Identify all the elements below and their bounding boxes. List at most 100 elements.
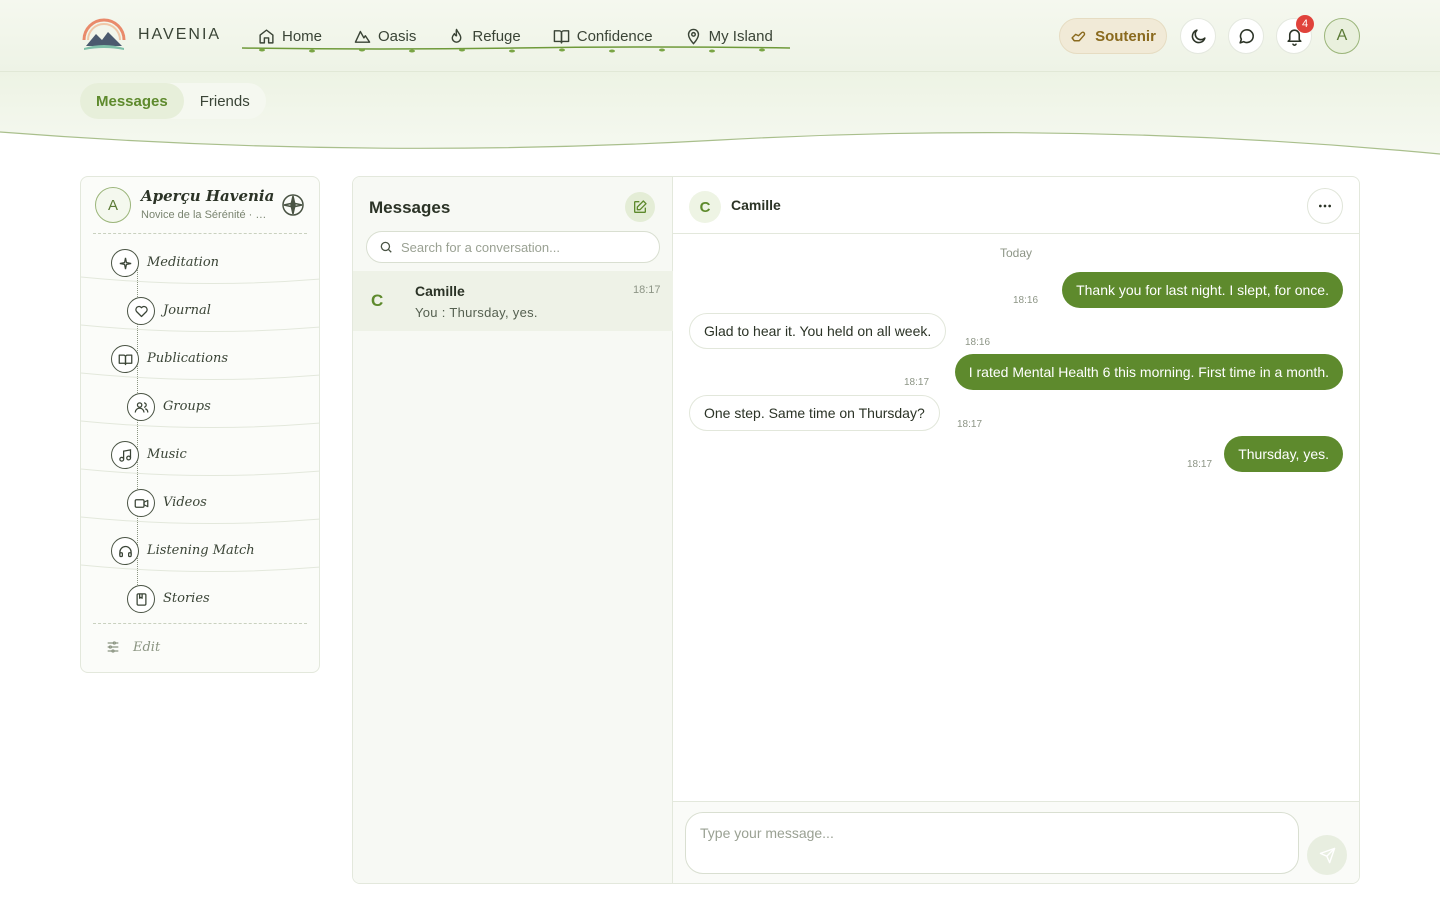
sidebar-item-music[interactable]: Music bbox=[81, 431, 319, 479]
search-input[interactable] bbox=[401, 239, 641, 255]
compass-icon[interactable] bbox=[281, 193, 305, 217]
book-icon bbox=[553, 29, 570, 44]
chat-options-button[interactable] bbox=[1307, 188, 1343, 224]
item-curve bbox=[81, 468, 319, 477]
conversation-avatar: C bbox=[371, 291, 384, 310]
new-conversation-button[interactable] bbox=[625, 192, 655, 222]
conversation-list: Messages C Camille You : Thursday, yes. … bbox=[353, 177, 673, 883]
conversation-list-title: Messages bbox=[369, 198, 451, 217]
mountain-icon bbox=[354, 30, 371, 43]
day-separator: Today bbox=[999, 246, 1033, 260]
notifications-button[interactable]: 4 bbox=[1276, 15, 1314, 54]
sidebar-item-journal[interactable]: Journal bbox=[81, 287, 319, 335]
message-bubble-sent: Thank you for last night. I slept, for o… bbox=[1062, 272, 1343, 308]
item-curve bbox=[81, 276, 319, 285]
brand-name: HAVENIA bbox=[138, 26, 222, 43]
nav-label: Refuge bbox=[472, 27, 521, 45]
map-pin-icon bbox=[687, 28, 699, 45]
message-tabs: Messages Friends bbox=[80, 83, 266, 119]
profile-name: Aperçu Havenia bbox=[141, 187, 275, 205]
notification-badge: 4 bbox=[1296, 15, 1314, 33]
sliders-icon bbox=[107, 641, 119, 653]
edit-label: Edit bbox=[133, 639, 161, 655]
message-composer bbox=[673, 801, 1359, 883]
message-input[interactable] bbox=[685, 812, 1299, 874]
conversation-time: 18:17 bbox=[633, 284, 661, 296]
stories-icon bbox=[127, 585, 155, 613]
logo-icon bbox=[82, 18, 126, 50]
item-curve bbox=[81, 420, 319, 429]
chat-window: C Camille Today Thank you for last night… bbox=[673, 177, 1359, 883]
message-circle-icon bbox=[1238, 28, 1254, 44]
contact-avatar[interactable]: C bbox=[689, 191, 721, 223]
send-button[interactable] bbox=[1307, 835, 1347, 875]
support-label: Soutenir bbox=[1095, 27, 1156, 45]
theme-toggle-button[interactable] bbox=[1180, 18, 1216, 54]
sidebar: A Aperçu Havenia Novice de la Sérénité ·… bbox=[80, 176, 320, 673]
message-bubble-received: One step. Same time on Thursday? bbox=[689, 395, 940, 431]
divider bbox=[93, 233, 307, 234]
item-curve bbox=[81, 516, 319, 525]
conversation-preview: You : Thursday, yes. bbox=[415, 305, 538, 320]
sidebar-item-groups[interactable]: Groups bbox=[81, 383, 319, 431]
sidebar-item-label: Publications bbox=[147, 351, 229, 366]
main-nav: Home Oasis Refuge Confidence My Island bbox=[242, 18, 790, 54]
profile-summary[interactable]: A Aperçu Havenia Novice de la Sérénité ·… bbox=[95, 187, 307, 227]
sidebar-item-label: Journal bbox=[163, 303, 211, 318]
sidebar-item-label: Videos bbox=[163, 495, 207, 510]
nav-label: Home bbox=[282, 27, 323, 45]
sidebar-menu: Meditation Journal Publications Groups M… bbox=[81, 239, 319, 623]
chat-header: C Camille bbox=[673, 177, 1359, 234]
conversation-search bbox=[366, 231, 660, 263]
divider bbox=[93, 623, 307, 624]
wave-divider bbox=[0, 131, 1440, 160]
sidebar-item-label: Groups bbox=[163, 399, 211, 414]
contact-name[interactable]: Camille bbox=[731, 197, 781, 213]
tab-messages[interactable]: Messages bbox=[80, 83, 184, 119]
top-bar: HAVENIA Home Oasis Refuge Confidence My … bbox=[0, 0, 1440, 72]
send-icon bbox=[1319, 847, 1335, 863]
sidebar-item-label: Listening Match bbox=[147, 543, 255, 558]
messages-panel: Messages C Camille You : Thursday, yes. … bbox=[352, 176, 1360, 884]
nav-label: My Island bbox=[708, 27, 773, 45]
sidebar-item-label: Meditation bbox=[147, 255, 220, 270]
sidebar-item-videos[interactable]: Videos bbox=[81, 479, 319, 527]
sidebar-avatar: A bbox=[95, 187, 131, 223]
chat-button[interactable] bbox=[1228, 18, 1264, 54]
message-bubble-received: Glad to hear it. You held on all week. bbox=[689, 313, 947, 349]
support-button[interactable]: Soutenir bbox=[1059, 18, 1167, 54]
message-time: 18:17 bbox=[957, 419, 983, 430]
nav-label: Confidence bbox=[576, 27, 653, 45]
more-horizontal-icon bbox=[1319, 204, 1331, 208]
tab-friends[interactable]: Friends bbox=[184, 83, 266, 119]
flame-icon bbox=[451, 28, 462, 43]
home-icon bbox=[259, 28, 274, 44]
sidebar-item-meditation[interactable]: Meditation bbox=[81, 239, 319, 287]
sidebar-item-listening-match[interactable]: Listening Match bbox=[81, 527, 319, 575]
message-time: 18:16 bbox=[1013, 295, 1039, 306]
hand-heart-icon bbox=[1071, 31, 1086, 41]
search-icon bbox=[380, 241, 392, 253]
nav-label: Oasis bbox=[378, 27, 417, 45]
edit-sidebar-button[interactable]: Edit bbox=[105, 639, 160, 655]
item-curve bbox=[81, 324, 319, 333]
message-bubble-sent: Thursday, yes. bbox=[1224, 436, 1343, 472]
item-curve bbox=[81, 564, 319, 573]
sidebar-item-publications[interactable]: Publications bbox=[81, 335, 319, 383]
conversation-item[interactable]: C Camille You : Thursday, yes. 18:17 bbox=[353, 271, 673, 331]
logo[interactable]: HAVENIA bbox=[80, 16, 221, 54]
item-curve bbox=[81, 372, 319, 381]
conversation-name: Camille bbox=[415, 283, 465, 299]
message-bubble-sent: I rated Mental Health 6 this morning. Fi… bbox=[954, 354, 1343, 390]
moon-icon bbox=[1191, 28, 1206, 43]
edit-icon bbox=[634, 200, 647, 213]
sidebar-item-label: Stories bbox=[163, 591, 210, 606]
sidebar-item-label: Music bbox=[147, 447, 187, 462]
sidebar-item-stories[interactable]: Stories bbox=[81, 575, 319, 623]
message-time: 18:17 bbox=[904, 377, 930, 388]
message-time: 18:17 bbox=[1187, 459, 1213, 470]
user-avatar[interactable]: A bbox=[1324, 18, 1360, 54]
vine-decoration bbox=[242, 46, 790, 53]
profile-rank: Novice de la Sérénité · Niveau 1 bbox=[141, 209, 271, 221]
message-time: 18:16 bbox=[965, 337, 991, 348]
